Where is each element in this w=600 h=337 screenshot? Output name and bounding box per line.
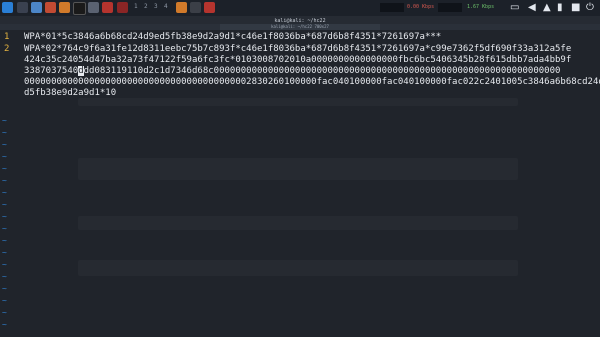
terminal-window-icon[interactable] — [190, 2, 201, 13]
line-number: 2 — [4, 44, 10, 54]
code-line-2-wrap-3: 0000000000000000000000000000000000000000… — [24, 77, 600, 87]
lock-icon[interactable]: ■ — [571, 2, 580, 13]
tilde: ~ — [2, 296, 7, 305]
net-up: 1.67 Kbps — [467, 4, 495, 10]
tilde: ~ — [2, 248, 7, 257]
tilde: ~ — [2, 128, 7, 137]
taskbar: 1 2 3 4 0.00 Kbps 1.67 Kbps ▭ ◀ ▲ ▮ ■ ⏻ — [0, 0, 600, 17]
browser-icon[interactable] — [45, 2, 56, 13]
code-line-2: WPA*02*764c9f6a31fe12d8311eebc75b7c893f*… — [24, 44, 572, 54]
tilde: ~ — [2, 308, 7, 317]
workspace-2[interactable]: 2 — [144, 3, 148, 10]
tilde: ~ — [2, 164, 7, 173]
tilde: ~ — [2, 200, 7, 209]
net-graph-down — [380, 3, 404, 12]
volume-icon[interactable]: ◀ — [528, 2, 536, 13]
kali-menu-icon[interactable] — [2, 2, 13, 13]
tilde: ~ — [2, 236, 7, 245]
ghost-block — [78, 216, 518, 230]
code-line-1: WPA*01*5c3846a6b68cd24d9ed5fb38e9d2a9d1*… — [24, 32, 442, 42]
net-graph-up — [438, 3, 462, 12]
tilde: ~ — [2, 176, 7, 185]
workspace-4[interactable]: 4 — [164, 3, 168, 10]
file-manager-icon[interactable] — [31, 2, 42, 13]
app-red-icon[interactable] — [117, 2, 128, 13]
workspace-1[interactable]: 1 — [134, 3, 138, 10]
code-segment: 3387037540 — [24, 66, 79, 76]
line-gutter: 1 2 ~ ~ ~ ~ ~ ~ ~ ~ ~ ~ ~ ~ ~ ~ ~ ~ ~ ~ — [0, 30, 22, 337]
code-line-2-wrap-4: d5fb38e9d2a9d1*10 — [24, 88, 117, 98]
tilde: ~ — [2, 188, 7, 197]
window-red-icon[interactable] — [204, 2, 215, 13]
burp-icon[interactable] — [102, 2, 113, 13]
code-line-2-wrap-1: 424c35c24054d47ba32a73f47122f59a6fc3fc*0… — [24, 55, 572, 65]
tilde: ~ — [2, 116, 7, 125]
ghost-block — [78, 158, 518, 180]
show-desktop-icon[interactable] — [17, 2, 28, 13]
tilde: ~ — [2, 272, 7, 281]
net-down: 0.00 Kbps — [407, 4, 435, 10]
battery-icon: ▮ — [557, 2, 563, 13]
tilde: ~ — [2, 260, 7, 269]
tilde: ~ — [2, 320, 7, 329]
tilde: ~ — [2, 152, 7, 161]
terminal-icon[interactable] — [73, 2, 86, 15]
code-segment: dd083119110d2c1d7346d68c0000000000000000… — [83, 66, 561, 76]
tilde: ~ — [2, 140, 7, 149]
firefox-window-icon[interactable] — [176, 2, 187, 13]
editor[interactable]: 1 2 ~ ~ ~ ~ ~ ~ ~ ~ ~ ~ ~ ~ ~ ~ ~ ~ ~ ~ … — [0, 30, 600, 337]
monitor-icon[interactable]: ▭ — [510, 2, 519, 13]
app-icon[interactable] — [88, 2, 99, 13]
tilde: ~ — [2, 224, 7, 233]
ghost-block — [78, 98, 518, 106]
tilde: ~ — [2, 212, 7, 221]
tilde: ~ — [2, 284, 7, 293]
workspace-3[interactable]: 3 — [154, 3, 158, 10]
power-icon[interactable]: ⏻ — [586, 2, 594, 13]
bell-icon[interactable]: ▲ — [543, 2, 551, 13]
ghost-block — [78, 260, 518, 276]
line-number: 1 — [4, 32, 10, 42]
code-line-2-wrap-2: 3387037540ddd083119110d2c1d7346d68c00000… — [24, 66, 560, 77]
firefox-icon[interactable] — [59, 2, 70, 13]
